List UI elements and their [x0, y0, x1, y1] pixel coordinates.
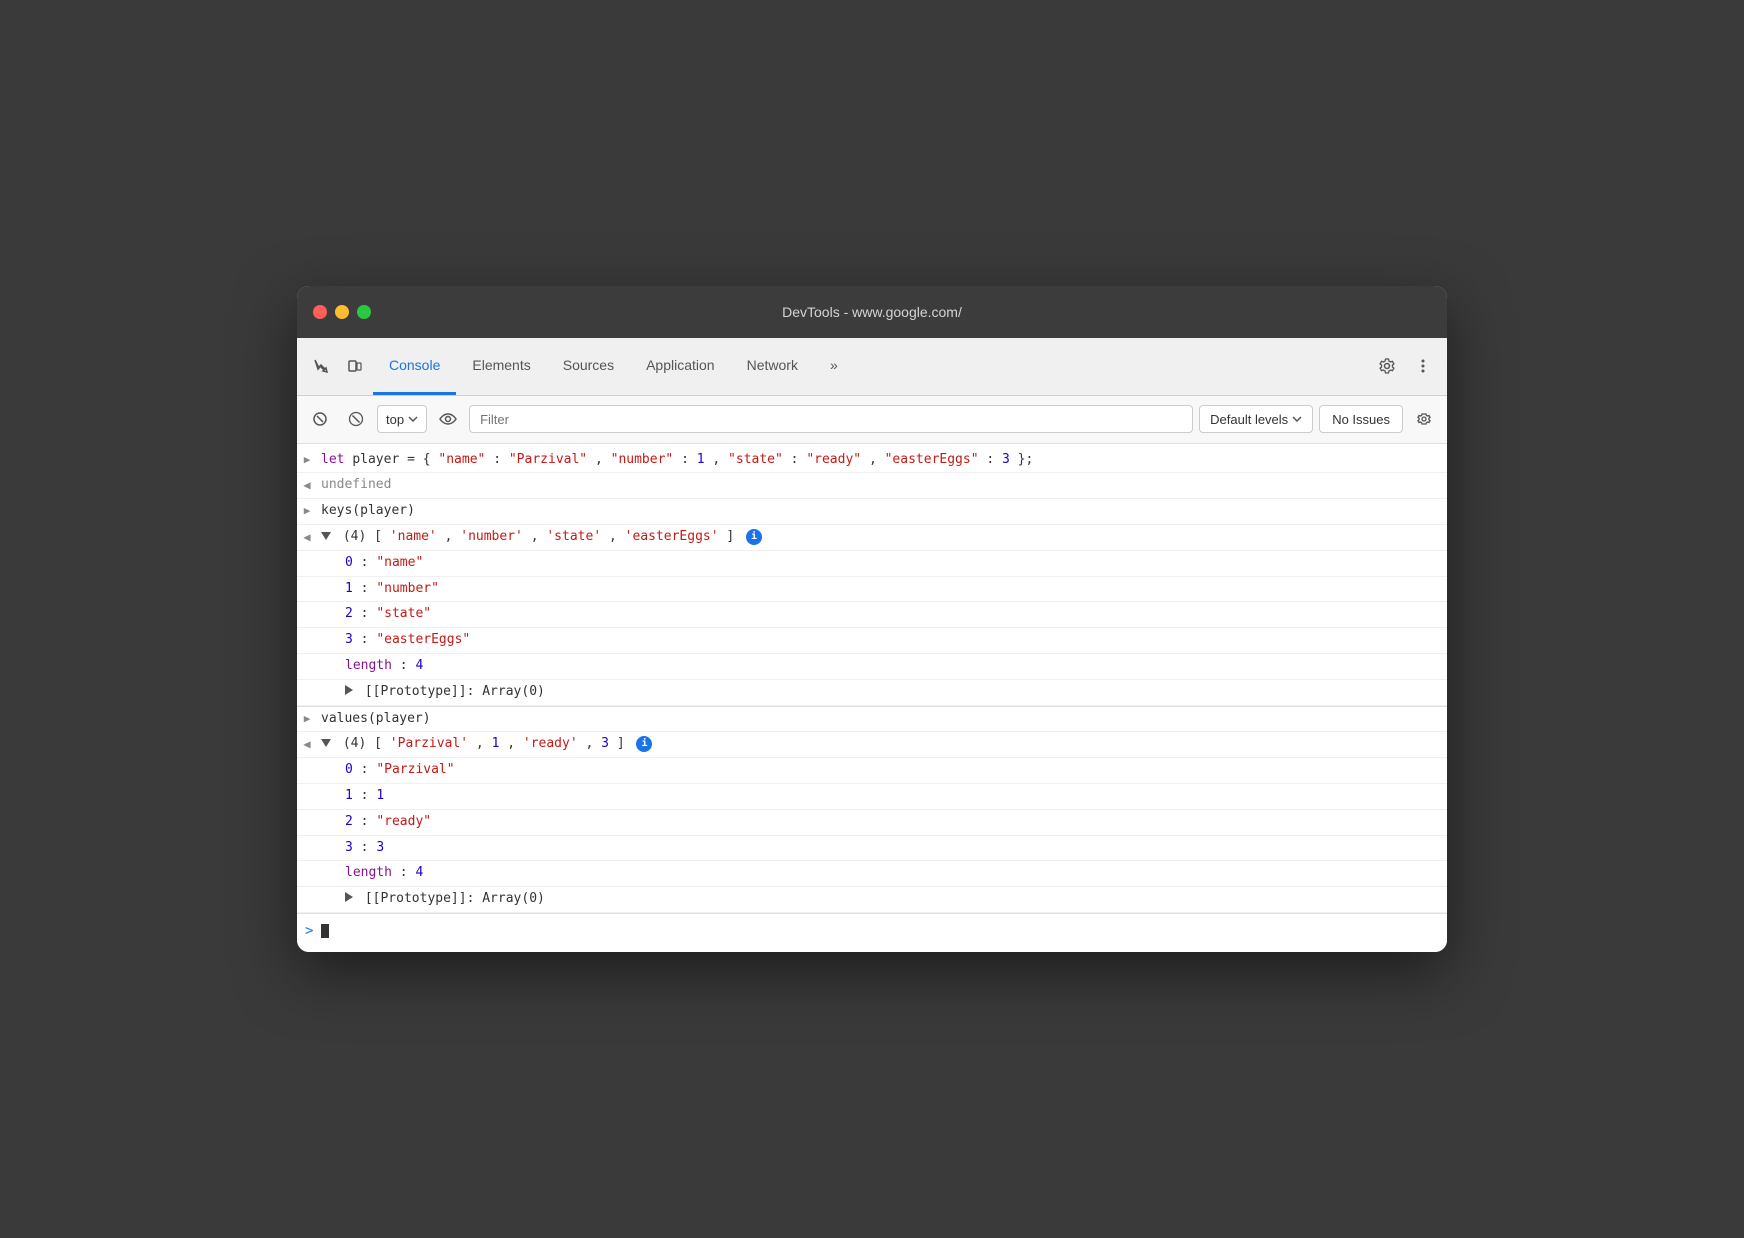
minimize-button[interactable] — [335, 305, 349, 319]
tab-more[interactable]: » — [814, 338, 854, 395]
back-arrow: ◀ — [297, 734, 317, 754]
back-arrow: ◀ — [297, 527, 317, 547]
titlebar: DevTools - www.google.com/ — [297, 286, 1447, 338]
tab-elements[interactable]: Elements — [456, 338, 546, 395]
console-line: 1 : "number" — [297, 577, 1447, 603]
collapse-icon[interactable] — [321, 532, 331, 540]
no-issues-button[interactable]: No Issues — [1319, 405, 1403, 433]
back-arrow: ◀ — [297, 475, 317, 495]
context-selector[interactable]: top — [377, 405, 427, 433]
tab-console[interactable]: Console — [373, 338, 456, 395]
console-line: ▶ values(player) — [297, 707, 1447, 733]
console-line: ◀ (4) [ 'Parzival' , 1 , 'ready' , 3 ] i — [297, 732, 1447, 758]
console-line: ▶ let player = { "name" : "Parzival" , "… — [297, 448, 1447, 474]
console-line: [[Prototype]]: Array(0) — [297, 887, 1447, 913]
maximize-button[interactable] — [357, 305, 371, 319]
info-badge[interactable]: i — [746, 529, 762, 545]
expand-arrow[interactable]: ▶ — [297, 501, 317, 520]
expand-icon[interactable] — [345, 892, 353, 902]
default-levels-button[interactable]: Default levels — [1199, 405, 1313, 433]
console-line: 3 : "easterEggs" — [297, 628, 1447, 654]
traffic-lights — [313, 305, 371, 319]
close-button[interactable] — [313, 305, 327, 319]
tab-network[interactable]: Network — [731, 338, 814, 395]
collapse-icon[interactable] — [321, 739, 331, 747]
expand-arrow[interactable]: ▶ — [297, 450, 317, 469]
console-line: 2 : "state" — [297, 602, 1447, 628]
console-line: ◀ (4) [ 'name' , 'number' , 'state' , 'e… — [297, 525, 1447, 551]
tab-application[interactable]: Application — [630, 338, 731, 395]
console-line: ▶ keys(player) — [297, 499, 1447, 525]
console-prompt: > — [297, 920, 321, 942]
device-toolbar-icon-button[interactable] — [339, 350, 371, 382]
window-title: DevTools - www.google.com/ — [782, 304, 962, 320]
tab-sources[interactable]: Sources — [547, 338, 630, 395]
console-toolbar: top Default levels No Issues — [297, 396, 1447, 444]
expand-icon[interactable] — [345, 685, 353, 695]
console-line: 3 : 3 — [297, 836, 1447, 862]
expand-arrow[interactable]: ▶ — [297, 709, 317, 728]
filter-input[interactable] — [469, 405, 1193, 433]
preserve-log-button[interactable] — [341, 404, 371, 434]
console-settings-button[interactable] — [1409, 404, 1439, 434]
console-input-line: > — [297, 913, 1447, 948]
console-line: length : 4 — [297, 861, 1447, 887]
eye-button[interactable] — [433, 404, 463, 434]
console-cursor[interactable] — [321, 924, 329, 938]
clear-console-button[interactable] — [305, 404, 335, 434]
console-line: ◀ undefined — [297, 473, 1447, 499]
devtools-window: DevTools - www.google.com/ Console Eleme… — [297, 286, 1447, 953]
more-options-button[interactable] — [1407, 350, 1439, 382]
settings-button[interactable] — [1371, 350, 1403, 382]
tab-toolbar: Console Elements Sources Application Net… — [297, 338, 1447, 396]
console-line: 2 : "ready" — [297, 810, 1447, 836]
console-line: [[Prototype]]: Array(0) — [297, 680, 1447, 706]
toolbar-right — [1371, 350, 1439, 382]
console-output: ▶ let player = { "name" : "Parzival" , "… — [297, 444, 1447, 953]
console-line: 1 : 1 — [297, 784, 1447, 810]
tabs: Console Elements Sources Application Net… — [373, 338, 1369, 395]
console-line: 0 : "Parzival" — [297, 758, 1447, 784]
info-badge[interactable]: i — [636, 736, 652, 752]
inspect-icon-button[interactable] — [305, 350, 337, 382]
console-line: 0 : "name" — [297, 551, 1447, 577]
console-line: length : 4 — [297, 654, 1447, 680]
